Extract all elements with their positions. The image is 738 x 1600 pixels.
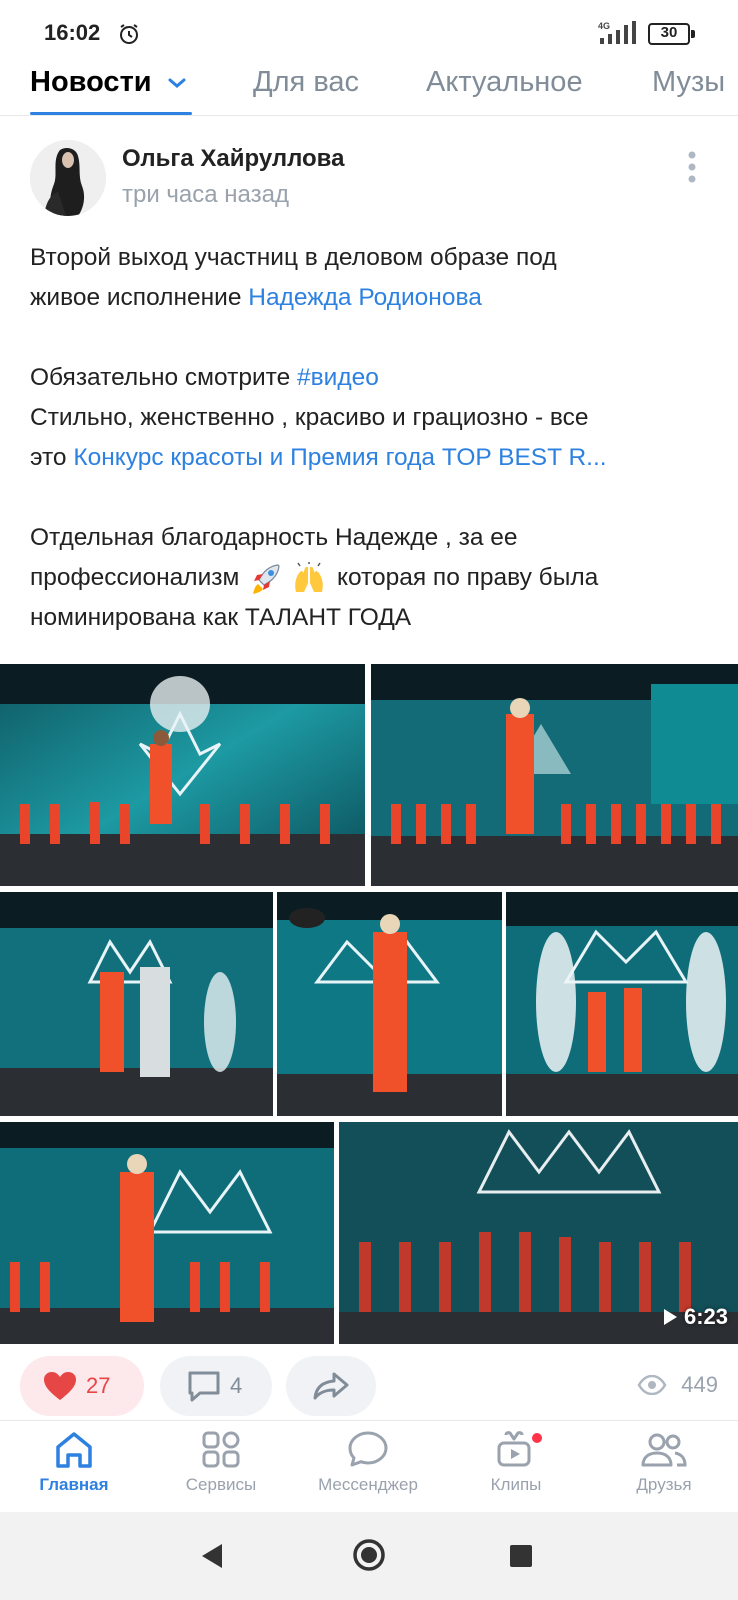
home-icon xyxy=(56,1432,92,1468)
status-time: 16:02 xyxy=(44,20,101,45)
nav-services[interactable]: Сервисы xyxy=(151,1429,291,1495)
play-icon xyxy=(663,1309,677,1325)
comment-count: 4 xyxy=(230,1373,243,1398)
nav-clips[interactable]: Клипы xyxy=(446,1429,586,1495)
post-text-line: номинирована как ТАЛАНТ ГОДА xyxy=(30,604,412,631)
nav-services-label: Сервисы xyxy=(185,1475,257,1494)
avatar-image xyxy=(30,140,106,216)
video-thumbnail[interactable]: 6:23 xyxy=(339,1122,738,1344)
post-photo[interactable] xyxy=(371,664,738,886)
eye-icon xyxy=(637,1375,667,1395)
active-tab-indicator xyxy=(30,112,192,115)
post-photo[interactable] xyxy=(0,892,273,1116)
mention-link[interactable]: Надежда Родионова xyxy=(248,284,482,311)
post-text-line: Второй выход участниц в деловом образе п… xyxy=(30,244,557,271)
rocket-emoji-icon xyxy=(253,563,280,594)
share-button[interactable] xyxy=(286,1356,376,1416)
post-text-line: профессионализм которая по праву была xyxy=(30,558,720,598)
nav-messenger[interactable]: Мессенджер xyxy=(298,1429,438,1495)
post-text-line: живое исполнение Надежда Родионова xyxy=(30,284,482,311)
hashtag-link[interactable]: #видео xyxy=(297,364,379,391)
post-text-line: это Конкурс красоты и Премия года TOP BE… xyxy=(30,444,607,471)
community-link[interactable]: Конкурс красоты и Премия года TOP BEST R… xyxy=(73,444,606,471)
battery-level: 30 xyxy=(660,24,678,41)
video-duration: 6:23 xyxy=(662,1304,728,1330)
post-time: три часа назад xyxy=(122,181,289,208)
services-icon xyxy=(202,1431,240,1468)
alarm-icon xyxy=(120,24,138,44)
nav-clips-label: Клипы xyxy=(490,1475,542,1494)
post-author[interactable]: Ольга Хайруллова xyxy=(122,145,344,173)
post-text-line: Стильно, женственно , красиво и грациозн… xyxy=(30,404,589,431)
chevron-down-icon[interactable] xyxy=(166,76,188,90)
network-type: 4G xyxy=(598,21,610,31)
signal-icon: 4G xyxy=(598,21,636,44)
recent-apps-icon[interactable] xyxy=(510,1545,532,1567)
views-count: 449 xyxy=(681,1372,718,1397)
tab-actual[interactable]: Актуальное xyxy=(426,66,583,99)
tab-music[interactable]: Музы xyxy=(652,66,725,99)
like-count: 27 xyxy=(86,1373,111,1398)
messenger-icon xyxy=(348,1431,388,1467)
comment-icon xyxy=(188,1371,220,1402)
post-photo[interactable] xyxy=(0,664,365,886)
home-system-icon[interactable] xyxy=(352,1538,386,1572)
post-text-line: Отдельная благодарность Надежде , за ее xyxy=(30,524,518,551)
post-photo[interactable] xyxy=(0,1122,334,1344)
more-options-icon[interactable] xyxy=(686,150,698,184)
post-actions: 27 4 449 xyxy=(0,1356,738,1420)
post-text: Второй выход участниц в деловом образе п… xyxy=(30,238,720,638)
share-icon xyxy=(313,1372,349,1400)
post-photo[interactable] xyxy=(277,892,502,1116)
avatar[interactable] xyxy=(30,140,106,216)
nav-friends[interactable]: Друзья xyxy=(594,1429,734,1495)
post-text-line: Обязательно смотрите #видео xyxy=(30,364,379,391)
tab-for-you[interactable]: Для вас xyxy=(253,66,359,99)
system-navigation-bar xyxy=(0,1512,738,1600)
nav-main[interactable]: Главная xyxy=(4,1429,144,1495)
bottom-navigation: Главная Сервисы Мессенджер Клипы Друзья xyxy=(0,1420,738,1512)
battery-icon: 30 xyxy=(648,23,696,45)
comment-button[interactable]: 4 xyxy=(160,1356,272,1416)
nav-friends-label: Друзья xyxy=(636,1475,692,1494)
status-bar: 16:02 4G 30 xyxy=(0,0,738,62)
views-counter: 449 xyxy=(637,1372,718,1398)
notification-dot xyxy=(532,1433,542,1443)
back-icon[interactable] xyxy=(200,1542,224,1570)
feed-tabs: Новости Для вас Актуальное Музы xyxy=(0,62,738,116)
raising-hands-emoji-icon xyxy=(295,561,323,592)
nav-main-label: Главная xyxy=(39,1475,109,1494)
heart-icon xyxy=(44,1372,76,1400)
post-photo[interactable] xyxy=(506,892,738,1116)
like-button[interactable]: 27 xyxy=(20,1356,144,1416)
friends-icon xyxy=(641,1433,687,1467)
tab-news[interactable]: Новости xyxy=(30,66,152,99)
nav-messenger-label: Мессенджер xyxy=(318,1475,418,1494)
